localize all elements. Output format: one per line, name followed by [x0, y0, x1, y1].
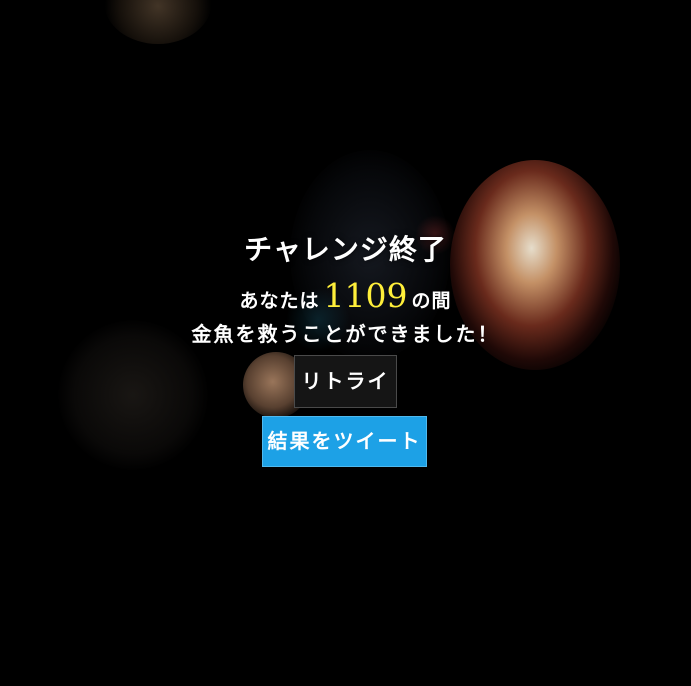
tweet-result-button[interactable]: 結果をツイート [262, 416, 427, 467]
result-panel: チャレンジ終了 あなたは 1109 の間 金魚を救うことができました！ リトライ 結… [0, 0, 691, 686]
score-prefix: あなたは [239, 290, 320, 312]
result-message: 金魚を救うことができました！ [191, 322, 500, 346]
game-result-screen: チャレンジ終了 あなたは 1109 の間 金魚を救うことができました！ リトライ 結… [0, 0, 691, 686]
result-title: チャレンジ終了 [244, 233, 447, 266]
score-value: 1109 [323, 276, 408, 315]
result-score-line: あなたは 1109 の間 [0, 276, 691, 315]
retry-button[interactable]: リトライ [294, 355, 397, 408]
score-suffix: の間 [411, 290, 452, 312]
